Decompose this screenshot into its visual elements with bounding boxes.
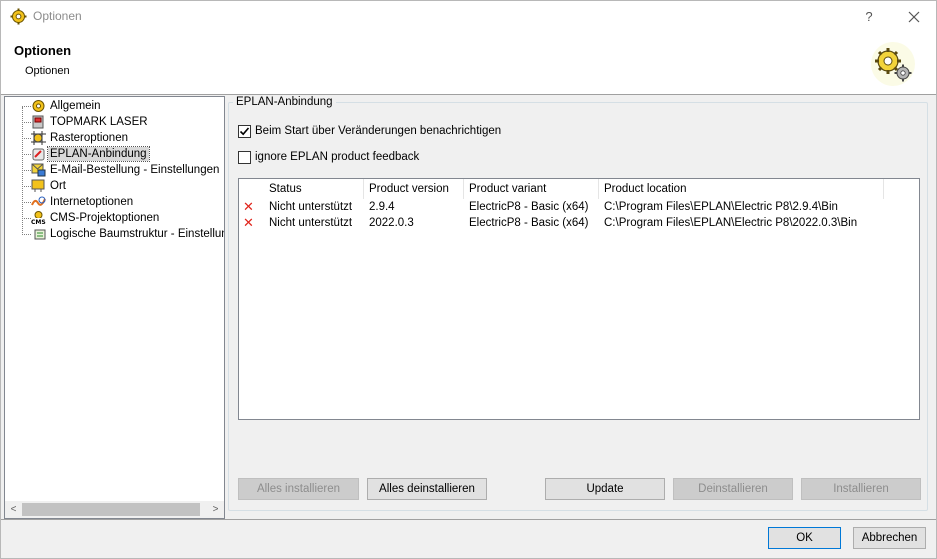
eplan-icon: [32, 148, 45, 161]
column-header-status[interactable]: Status: [264, 179, 364, 199]
grid-icon: [31, 131, 46, 145]
checkbox-box[interactable]: [238, 151, 251, 164]
close-icon: [908, 11, 920, 23]
error-x-icon: ✕: [243, 199, 254, 214]
tree-item-label: Internetoptionen: [50, 196, 134, 208]
cell-variant: ElectricP8 - Basic (x64): [469, 217, 589, 229]
install-all-button[interactable]: Alles installieren: [238, 478, 359, 500]
checkbox-label: ignore EPLAN product feedback: [255, 151, 420, 163]
window-title: Optionen: [33, 9, 82, 23]
tree-item-logische-baumstruktur[interactable]: Logische Baumstruktur - Einstellungen: [22, 226, 224, 242]
header-subtitle: Optionen: [25, 65, 70, 77]
column-header-variant[interactable]: Product variant: [464, 179, 599, 199]
options-dialog: Optionen ? Optionen Optionen Allgemein T…: [0, 0, 937, 559]
tree-item-label: E-Mail-Bestellung - Einstellungen: [50, 164, 220, 176]
tree-item-ort[interactable]: Ort: [22, 178, 224, 194]
tree-item-label: CMS-Projektoptionen: [50, 212, 160, 224]
cell-version: 2.9.4: [369, 201, 395, 213]
close-button[interactable]: [894, 1, 934, 32]
help-button[interactable]: ?: [851, 1, 887, 32]
title-bar: Optionen ?: [1, 1, 936, 32]
checkbox-box[interactable]: [238, 125, 251, 138]
cell-status: Nicht unterstützt: [269, 201, 353, 213]
tree-item-label: Allgemein: [50, 100, 101, 112]
checkbox-label: Beim Start über Veränderungen benachrich…: [255, 125, 502, 137]
tree-item-email-bestellung[interactable]: E-Mail-Bestellung - Einstellungen: [22, 162, 224, 178]
header-title: Optionen: [14, 43, 72, 58]
uninstall-button[interactable]: Deinstallieren: [673, 478, 793, 500]
cell-location: C:\Program Files\EPLAN\Electric P8\2022.…: [604, 217, 858, 229]
tree-item-internetoptionen[interactable]: Internetoptionen: [22, 194, 224, 210]
options-tree[interactable]: Allgemein TOPMARK LASER Rasteroptionen E…: [4, 96, 225, 519]
scroll-left-icon[interactable]: <: [7, 503, 20, 516]
cell-status: Nicht unterstützt: [269, 217, 353, 229]
tree-item-allgemein[interactable]: Allgemein: [22, 98, 224, 114]
scroll-thumb[interactable]: [22, 503, 200, 516]
email-icon: [31, 163, 46, 177]
table-row[interactable]: ✕ Nicht unterstützt 2022.0.3 ElectricP8 …: [239, 215, 919, 231]
header-banner: Optionen Optionen: [1, 32, 936, 95]
internet-icon: [31, 196, 46, 206]
tree-item-label: Rasteroptionen: [50, 132, 128, 144]
tree-item-label: Logische Baumstruktur - Einstellungen: [50, 228, 224, 240]
update-button[interactable]: Update: [545, 478, 665, 500]
cell-location: C:\Program Files\EPLAN\Electric P8\2.9.4…: [604, 201, 838, 213]
tree-item-rasteroptionen[interactable]: Rasteroptionen: [22, 130, 224, 146]
gear-icon: [10, 8, 27, 25]
table-row[interactable]: ✕ Nicht unterstützt 2.9.4 ElectricP8 - B…: [239, 199, 919, 215]
column-header-version[interactable]: Product version: [364, 179, 464, 199]
settings-icon: [32, 100, 45, 112]
gears-icon: [871, 42, 915, 86]
install-button[interactable]: Installieren: [801, 478, 921, 500]
cell-version: 2022.0.3: [369, 217, 414, 229]
cell-variant: ElectricP8 - Basic (x64): [469, 201, 589, 213]
tree-item-label: TOPMARK LASER: [50, 116, 148, 128]
tree-structure-icon: [34, 229, 46, 240]
checkmark-icon: [239, 127, 250, 136]
error-x-icon: ✕: [243, 215, 254, 230]
tree-item-eplan-anbindung[interactable]: EPLAN-Anbindung: [22, 146, 224, 162]
uninstall-all-button[interactable]: Alles deinstallieren: [367, 478, 487, 500]
tree-item-cms-projektoptionen[interactable]: CMS CMS-Projektoptionen: [22, 210, 224, 226]
tree-item-label: Ort: [50, 180, 66, 192]
svg-text:CMS: CMS: [31, 219, 46, 225]
cms-icon: CMS: [31, 211, 46, 225]
scroll-right-icon[interactable]: >: [209, 503, 222, 516]
product-list[interactable]: Status Product version Product variant P…: [238, 178, 920, 420]
footer-separator: [1, 519, 936, 520]
ok-button[interactable]: OK: [768, 527, 841, 549]
group-title: EPLAN-Anbindung: [233, 96, 336, 108]
laser-icon: [32, 115, 44, 129]
cancel-button[interactable]: Abbrechen: [853, 527, 926, 549]
location-icon: [31, 179, 45, 192]
tree-item-label: EPLAN-Anbindung: [47, 146, 150, 162]
column-header-location[interactable]: Product location: [599, 179, 884, 199]
tree-item-topmark-laser[interactable]: TOPMARK LASER: [22, 114, 224, 130]
list-header: Status Product version Product variant P…: [239, 179, 919, 199]
tree-horizontal-scrollbar[interactable]: < >: [5, 501, 224, 518]
